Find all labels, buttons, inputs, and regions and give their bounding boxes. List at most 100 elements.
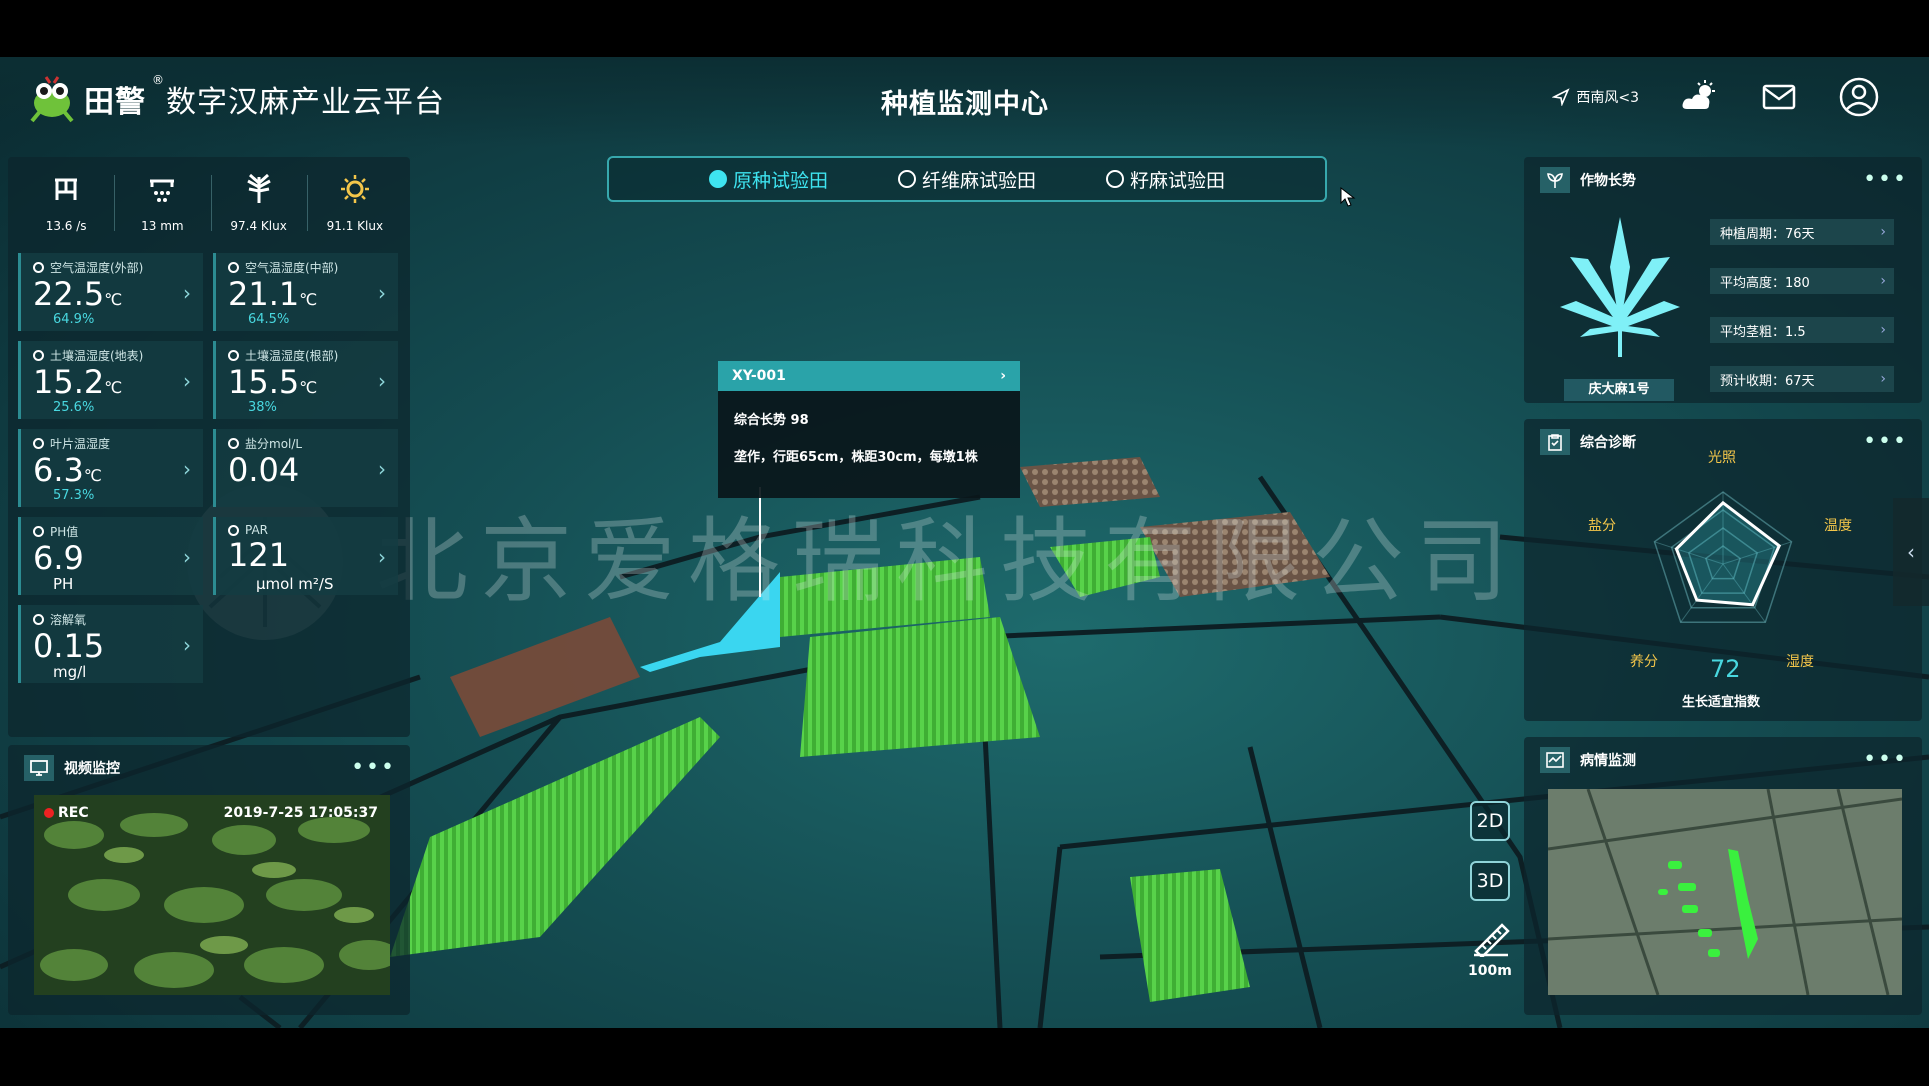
sensor-humidity: 57.3 xyxy=(53,488,82,503)
sensor-leaf-temp[interactable]: 叶片温湿度 6.3℃ 57.3% › xyxy=(18,429,203,507)
hemp-field-video-frame xyxy=(34,795,390,995)
field-tabs: 原种试验田 纤维麻试验田 籽麻试验田 xyxy=(607,156,1327,202)
weather-sun: 91.1 Klux xyxy=(306,167,403,247)
field-id: XY-001 xyxy=(732,368,786,384)
sensor-label: 土壤温湿度(地表) xyxy=(33,347,203,364)
sensor-humidity-unit: % xyxy=(276,312,290,327)
chevron-right-icon[interactable]: › xyxy=(183,633,191,657)
tab-original-seed-field[interactable]: 原种试验田 xyxy=(708,166,828,193)
user-button[interactable] xyxy=(1839,77,1879,117)
pulse-chart-icon xyxy=(1540,747,1570,773)
collapse-panel-button[interactable]: ‹ xyxy=(1893,498,1929,606)
view-2d-button[interactable]: 2D xyxy=(1470,801,1510,841)
letterbox-top xyxy=(0,0,1929,57)
weather-cloud-sun-icon xyxy=(1682,80,1715,109)
mail-icon xyxy=(1762,84,1796,110)
disease-map[interactable] xyxy=(1548,789,1902,995)
sensor-salinity[interactable]: 盐分mol/L 0.04 › xyxy=(213,429,398,507)
weather-button[interactable] xyxy=(1679,77,1719,117)
panel-title: 视频监控 xyxy=(64,761,120,777)
sensor-label: 叶片温湿度 xyxy=(33,435,203,452)
sensor-label: 盐分mol/L xyxy=(228,435,398,452)
sensor-humidity-unit: % xyxy=(264,400,277,415)
chevron-right-icon[interactable]: › xyxy=(378,281,386,305)
sensor-air-temp-middle[interactable]: 空气温湿度(中部) 21.1℃ 64.5% › xyxy=(213,253,398,331)
sensor-humidity-unit: % xyxy=(81,488,95,503)
sensor-soil-temp-surface[interactable]: 土壤温湿度(地表) 15.2℃ 25.6% › xyxy=(18,341,203,419)
stat-expected-harvest[interactable]: 预计收期：67天 › xyxy=(1710,366,1894,392)
sensor-label: 空气温湿度(外部) xyxy=(33,259,203,276)
top-header: 田警 ® 数字汉麻产业云平台 种植监测中心 西南风<3 xyxy=(0,57,1929,147)
sensor-unit-label: mg/l xyxy=(53,663,87,681)
plant-icon xyxy=(1540,167,1570,193)
registered-mark: ® xyxy=(152,73,164,87)
view-3d-button[interactable]: 3D xyxy=(1470,861,1510,901)
chevron-right-icon[interactable]: › xyxy=(378,457,386,481)
stat-text: 平均高度：180 xyxy=(1720,275,1810,291)
crop-growth-panel: 作物长势 ••• 庆大麻1号 种植周期：76天 › 平均高度：180 › 平均茎粗：… xyxy=(1524,157,1922,403)
sensor-value: 6.9 xyxy=(33,539,84,577)
sensor-ph[interactable]: PH值 6.9 PH › xyxy=(18,517,203,595)
sensor-humidity: 64.5 xyxy=(248,312,277,327)
weather-leaf-light: 97.4 Klux xyxy=(210,167,307,247)
growth-score: 综合长势 98 xyxy=(734,413,809,428)
rec-label: REC xyxy=(58,805,89,821)
stat-average-height[interactable]: 平均高度：180 › xyxy=(1710,268,1894,294)
sensor-unit-label: PH xyxy=(53,575,74,593)
chevron-right-icon: › xyxy=(1880,322,1886,338)
stat-text: 预计收期：67天 xyxy=(1720,373,1815,389)
mouse-cursor-icon xyxy=(1340,187,1356,207)
chevron-right-icon[interactable]: › xyxy=(183,545,191,569)
stat-text: 平均茎粗：1.5 xyxy=(1720,324,1806,340)
chevron-right-icon[interactable]: › xyxy=(183,457,191,481)
wind-icon xyxy=(55,178,78,200)
chevron-right-icon[interactable]: › xyxy=(183,281,191,305)
variety-badge: 庆大麻1号 xyxy=(1564,379,1674,401)
video-feed[interactable]: REC 2019-7-25 17:05:37 xyxy=(34,795,390,995)
chevron-right-icon: › xyxy=(1880,224,1886,240)
sensor-grid: 空气温湿度(外部) 22.5℃ 64.9% › 空气温湿度(中部) 21.1℃ … xyxy=(18,253,406,683)
sensor-unit: ℃ xyxy=(83,466,102,485)
sunlight-value: 91.1 Klux xyxy=(326,219,384,233)
crop-field xyxy=(1050,537,1160,597)
radio-selected-icon xyxy=(708,170,727,188)
stat-average-stem[interactable]: 平均茎粗：1.5 › xyxy=(1710,317,1894,343)
brown-field xyxy=(450,617,640,737)
sensor-unit: ℃ xyxy=(299,290,318,309)
brand-logo[interactable]: 田警 ® 数字汉麻产业云平台 xyxy=(24,71,445,127)
mail-button[interactable] xyxy=(1759,77,1799,117)
weather-wind: 13.6 /s xyxy=(18,167,114,247)
tab-seed-hemp-field[interactable]: 籽麻试验田 xyxy=(1106,166,1225,193)
more-options-icon[interactable]: ••• xyxy=(1863,747,1908,772)
sensor-soil-temp-root[interactable]: 土壤温湿度(根部) 15.5℃ 38% › xyxy=(213,341,398,419)
more-options-icon[interactable]: ••• xyxy=(1863,167,1908,192)
sensor-humidity: 38 xyxy=(248,400,265,415)
sensor-par[interactable]: PAR 121 μmol m²/S › xyxy=(213,517,398,595)
chevron-right-icon: › xyxy=(1880,371,1886,387)
ruler-icon[interactable] xyxy=(1472,917,1510,957)
growth-index-caption: 生长适宜指数 xyxy=(1682,695,1761,710)
sensor-dissolved-oxygen[interactable]: 溶解氧 0.15 mg/l › xyxy=(18,605,203,683)
chevron-right-icon[interactable]: › xyxy=(378,369,386,393)
sensor-value: 0.15 xyxy=(33,627,105,665)
navigation-arrow-icon xyxy=(1552,88,1570,106)
weather-summary: 13.6 /s 13 mm 97.4 Klux 91.1 Klux xyxy=(18,167,403,247)
sensor-label: 溶解氧 xyxy=(33,611,203,628)
crop-field xyxy=(1130,869,1250,1002)
user-icon xyxy=(1839,77,1879,117)
radar-label-nutrient: 养分 xyxy=(1630,654,1658,670)
stat-planting-cycle[interactable]: 种植周期：76天 › xyxy=(1710,219,1894,245)
page-title: 种植监测中心 xyxy=(881,89,1049,120)
chevron-right-icon[interactable]: › xyxy=(183,369,191,393)
record-dot-icon xyxy=(44,808,54,818)
greenhouse-block xyxy=(1020,457,1160,507)
wind-indicator: 西南风<3 xyxy=(1552,87,1639,107)
panel-title: 作物长势 xyxy=(1580,173,1636,189)
chevron-right-icon[interactable]: › xyxy=(378,545,386,569)
radar-label-humidity: 湿度 xyxy=(1786,654,1814,670)
tooltip-header[interactable]: XY-001 › xyxy=(718,361,1020,391)
more-options-icon[interactable]: ••• xyxy=(351,755,396,780)
sensor-air-temp-outside[interactable]: 空气温湿度(外部) 22.5℃ 64.9% › xyxy=(18,253,203,331)
tab-fiber-hemp-field[interactable]: 纤维麻试验田 xyxy=(897,166,1036,193)
chevron-right-icon[interactable]: › xyxy=(1000,368,1006,384)
